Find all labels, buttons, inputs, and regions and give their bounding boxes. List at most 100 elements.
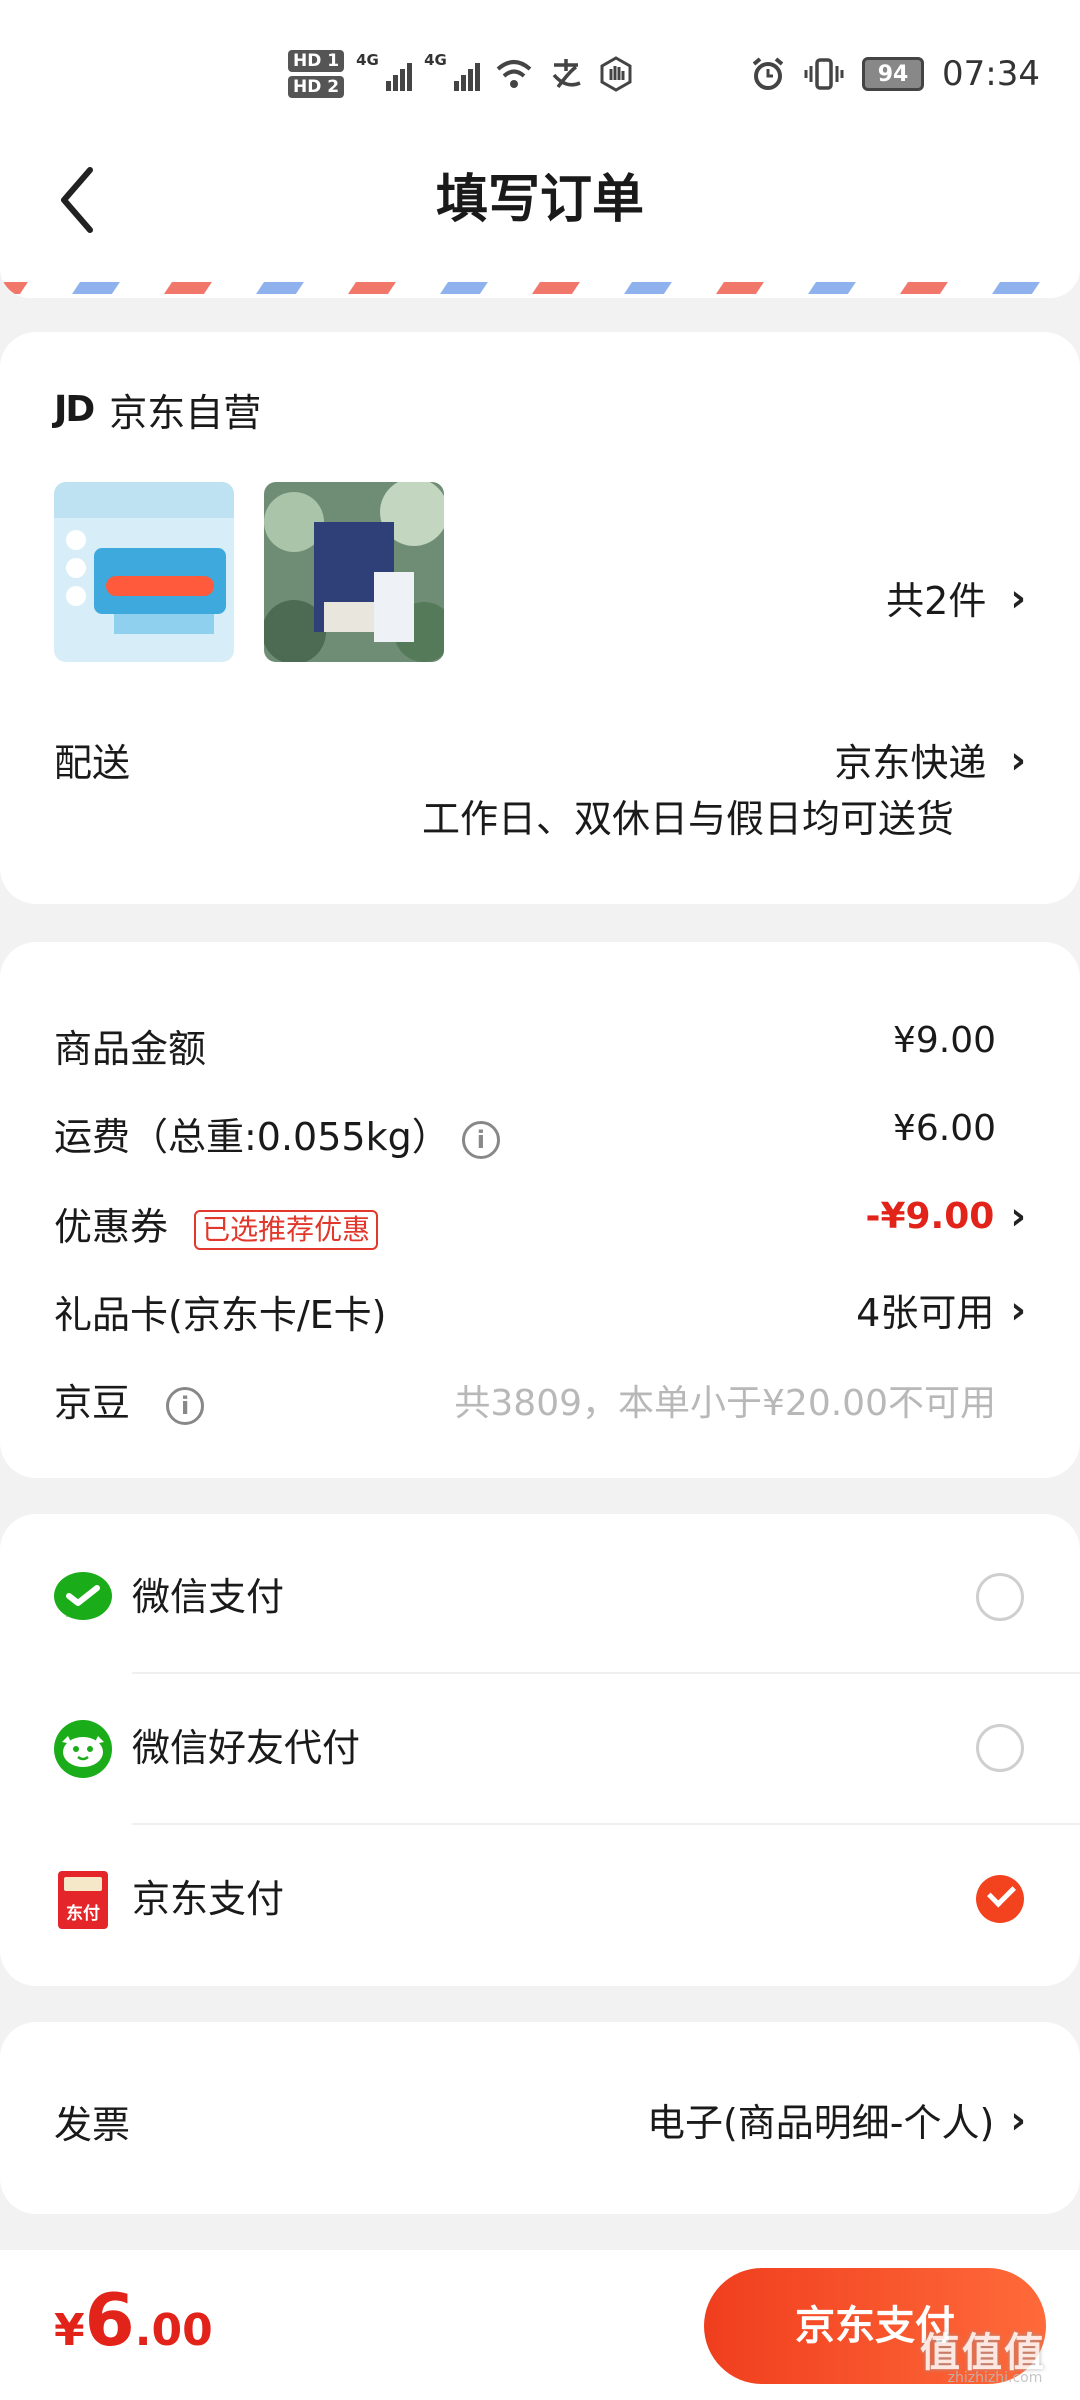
payment-card: 微信支付 微信好友代付 东付 京东支付: [0, 1514, 1080, 1986]
status-right: 94 07:34: [750, 44, 1040, 104]
back-arrow-icon[interactable]: [50, 162, 110, 238]
airmail-stripe-segment: [164, 282, 212, 294]
store-name: 京东自营: [109, 391, 262, 435]
airmail-stripe-segment: [900, 282, 948, 294]
coupon-label: 优惠券: [54, 1205, 169, 1249]
jd-pay-icon-text: 东付: [66, 1904, 100, 1924]
payment-option-wechat-friend[interactable]: 微信好友代付: [0, 1673, 1080, 1823]
alarm-icon: [752, 57, 784, 90]
airmail-stripe-segment: [624, 282, 672, 294]
coupon-link[interactable]: -¥9.00 ›: [866, 1194, 1026, 1238]
product-thumbnail-wipes[interactable]: [54, 482, 234, 662]
payment-option-label: 京东支付: [132, 1877, 285, 1921]
hand-icon: [600, 56, 632, 92]
invoice-card: 发票 电子(商品明细-个人) ›: [0, 2022, 1080, 2214]
status-left: HD 1 HD 2 4G 4G: [288, 44, 634, 104]
chevron-right-icon: ›: [1010, 737, 1026, 782]
wifi-icon: [496, 60, 532, 88]
price-summary-card: 商品金额 ¥9.00 运费（总重:0.055kg） i ¥6.00 优惠券 已选…: [0, 942, 1080, 1478]
vibrate-icon: [804, 58, 844, 90]
invoice-link[interactable]: 电子(商品明细-个人) ›: [647, 2092, 1026, 2147]
chevron-right-icon: ›: [1010, 1194, 1026, 1238]
clock: 07:34: [942, 54, 1040, 94]
hd2-badge: HD 2: [288, 76, 345, 98]
airmail-stripe-segment: [20, 282, 68, 294]
battery-indicator: 94: [862, 57, 925, 91]
address-airmail-border: [0, 260, 1080, 298]
coupon-label-row: 优惠券 已选推荐优惠: [54, 1196, 379, 1251]
beans-value: 共3809，本单小于¥20.00不可用: [454, 1383, 996, 1424]
airmail-stripe-segment: [572, 282, 620, 294]
wechat-pay-icon: [54, 1572, 112, 1620]
nav-bar: 填写订单: [0, 140, 1080, 260]
payment-option-label: 微信好友代付: [132, 1726, 361, 1770]
airmail-stripe-segment: [440, 282, 488, 294]
airmail-stripe-segment: [848, 282, 896, 294]
product-thumbnail-gift[interactable]: [264, 482, 444, 662]
watermark-sub: zhizhizhi.com: [947, 2370, 1043, 2386]
goods-amount-value: ¥9.00: [892, 1020, 996, 1061]
airmail-stripe-segment: [480, 282, 528, 294]
radio-unchecked[interactable]: [976, 1573, 1024, 1621]
watermark-logo: 值值值 zhizhizhi.com: [920, 2320, 1070, 2390]
giftcard-label: 礼品卡(京东卡/E卡): [54, 1293, 387, 1337]
airmail-stripe-segment: [808, 282, 856, 294]
hd-badges: HD 1 HD 2: [288, 50, 345, 98]
watermark-text: 值值值: [920, 2330, 1046, 2376]
chevron-right-icon: ›: [1010, 1287, 1026, 1332]
delivery-method: 京东快递: [834, 741, 987, 785]
payment-option-wechat[interactable]: 微信支付: [0, 1522, 1080, 1672]
coupon-value: -¥9.00: [865, 1195, 995, 1237]
payment-option-jd[interactable]: 东付 京东支付: [0, 1824, 1080, 1974]
total-price: ¥ 6 .00: [54, 2278, 213, 2362]
checkout-bar: ¥ 6 .00 京东支付 值值值 zhizhizhi.com: [0, 2250, 1080, 2400]
airmail-stripe-segment: [756, 282, 804, 294]
hd1-badge: HD 1: [288, 50, 345, 72]
shipping-info-icon[interactable]: i: [461, 1120, 500, 1159]
radio-checked[interactable]: [976, 1875, 1024, 1923]
giftcard-link[interactable]: 4张可用 ›: [856, 1282, 1026, 1337]
giftcard-value: 4张可用: [856, 1291, 995, 1335]
page-title: 填写订单: [435, 170, 644, 230]
currency-symbol: ¥: [54, 2305, 85, 2356]
shipping-label-row: 运费（总重:0.055kg） i: [54, 1106, 500, 1161]
airmail-stripe-segment: [72, 282, 120, 294]
coupon-badge: 已选推荐优惠: [194, 1209, 379, 1250]
signal-icon: 4G: [356, 51, 413, 91]
radio-unchecked[interactable]: [976, 1724, 1024, 1772]
delivery-method-link[interactable]: 京东快递 ›: [834, 732, 1026, 787]
airmail-stripe-segment: [256, 282, 304, 294]
airmail-stripe-segment: [296, 282, 344, 294]
network-type-label-2: 4G: [424, 51, 447, 69]
beans-label: 京豆: [54, 1381, 131, 1425]
gift-image: [264, 482, 444, 662]
goods-amount-label: 商品金额: [54, 1027, 207, 1071]
item-count: 共2件: [886, 579, 987, 623]
delivery-note: 工作日、双休日与假日均可送货: [421, 797, 954, 841]
airmail-stripe-segment: [716, 282, 764, 294]
invoice-value: 电子(商品明细-个人): [646, 2101, 995, 2145]
airmail-stripe-segment: [388, 282, 436, 294]
airmail-stripe-segment: [992, 282, 1040, 294]
payment-option-label: 微信支付: [132, 1575, 285, 1619]
signal-icon-2: 4G: [424, 51, 481, 91]
alipay-icon: [552, 59, 581, 89]
shipping-label: 运费（总重:0.055kg）: [54, 1115, 450, 1159]
airmail-stripe-segment: [204, 282, 252, 294]
delivery-label: 配送: [54, 741, 131, 785]
jd-logo: JD: [54, 389, 95, 430]
jd-pay-icon-band: [64, 1877, 102, 1891]
item-count-link[interactable]: 共2件 ›: [886, 570, 1026, 625]
chevron-right-icon: ›: [1010, 2097, 1026, 2142]
airmail-stripe-segment: [940, 282, 988, 294]
network-type-label: 4G: [356, 51, 379, 69]
beans-label-row: 京豆 i: [54, 1372, 205, 1427]
invoice-label: 发票: [54, 2103, 131, 2147]
airmail-stripe-segment: [664, 282, 712, 294]
order-items-card: JD 京东自营 共2件 › 配送 京东快递 › 工作日、双休日与假日均可送货: [0, 332, 1080, 904]
beans-info-icon[interactable]: i: [166, 1386, 205, 1425]
total-integer: 6: [84, 2278, 135, 2362]
airmail-stripe-segment: [348, 282, 396, 294]
wipes-image: [54, 482, 234, 662]
total-decimal: .00: [134, 2305, 213, 2356]
